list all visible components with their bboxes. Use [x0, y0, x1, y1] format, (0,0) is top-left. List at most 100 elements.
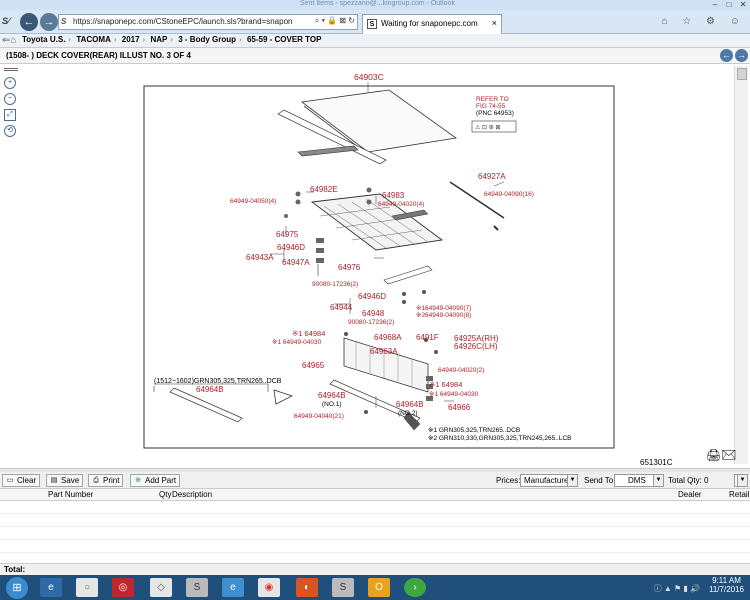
warning-symbols: ⚠ ⊡ ⊛ ⊠: [475, 124, 500, 131]
window-titlebar: Sent Items - spezzano@...kingroup.com - …: [0, 0, 750, 10]
snapon-icon[interactable]: S: [186, 578, 208, 597]
col-part-number[interactable]: Part Number: [48, 490, 93, 499]
no-label: (NO.1): [322, 401, 342, 408]
play-icon[interactable]: ›: [404, 578, 426, 597]
edge-icon[interactable]: e: [222, 578, 244, 597]
chevron-down-icon: ▼: [737, 475, 747, 486]
part-label: 64949-04090(16): [484, 191, 534, 198]
prev-illustration-button[interactable]: ←: [720, 49, 733, 62]
part-label: ※1 64949-04030: [272, 339, 322, 346]
clock[interactable]: 9:11 AM 11/7/2016: [709, 576, 744, 594]
footnote: ※1 GRN305,325,TRN265..DCB: [428, 427, 520, 434]
breadcrumb-item[interactable]: 3 - Body Group: [178, 35, 236, 44]
part-label: ※1 64984: [429, 380, 462, 389]
clear-button[interactable]: ▭ Clear: [2, 474, 41, 487]
part-label: 64949-04020(4): [378, 201, 424, 208]
part-label: 64949-04040(21): [294, 413, 344, 420]
ie-icon[interactable]: e: [40, 578, 62, 597]
maximize-button[interactable]: □: [722, 0, 736, 10]
prices-select[interactable]: Manufacturer ▼: [520, 474, 578, 487]
print-button[interactable]: ⎙ Print: [88, 474, 124, 487]
bolt: [295, 191, 301, 197]
part-label: 64943A: [246, 253, 274, 262]
col-description[interactable]: Description: [172, 490, 212, 499]
total-qty-dropdown[interactable]: ▼: [734, 474, 748, 487]
parts-toolbar: ▭ Clear ▤ Save ⎙ Print ⊕ Add Part Prices: Ma…: [0, 472, 750, 489]
minimize-button[interactable]: –: [708, 0, 722, 10]
footnote: ※2 GRN310,330,GRN305,325,TRN245,265..LCB: [428, 435, 571, 442]
tab-title: Waiting for snaponepc.com: [381, 19, 478, 28]
breadcrumb-item[interactable]: Toyota U.S.: [22, 35, 65, 44]
part-label: 64944: [330, 303, 353, 312]
refer-line: FIG 74-55: [476, 103, 506, 110]
address-bar[interactable]: S https://snaponepc.com/CStoneEPC/launch…: [58, 14, 358, 30]
zoom-in-icon[interactable]: +: [4, 77, 16, 89]
breadcrumb-item[interactable]: 65-59 - COVER TOP: [247, 35, 322, 44]
next-illustration-button[interactable]: →: [735, 49, 748, 62]
snapon-logo-icon: S⁄: [2, 16, 10, 26]
snapon-icon[interactable]: S: [332, 578, 354, 597]
refer-line: (PNC 64953): [476, 110, 514, 117]
outlook-icon[interactable]: O: [368, 578, 390, 597]
forward-button[interactable]: →: [40, 13, 58, 31]
illustration-title: (1508- ) DECK COVER(REAR) ILLUST NO. 3 O…: [6, 51, 191, 60]
address-actions[interactable]: ⌕ ▾ 🔒 ⊠ ↻: [315, 16, 355, 26]
part-label: 64946D: [277, 243, 305, 252]
clear-icon: ▭: [6, 477, 14, 484]
system-tray-icons[interactable]: ⓘ ▲ ⚑ ▮ 🔊: [654, 583, 700, 594]
prices-label: Prices:: [496, 476, 521, 485]
breadcrumb-item[interactable]: TACOMA: [76, 35, 111, 44]
refer-line: REFER TO: [476, 96, 509, 103]
breadcrumb-item[interactable]: 2017: [122, 35, 140, 44]
col-qty[interactable]: Qty: [159, 490, 171, 499]
sendto-select[interactable]: DMS ▼: [614, 474, 664, 487]
toyota-icon[interactable]: ◎: [112, 578, 134, 597]
taskbar: ⊞ e ○ ◎ ◇ S e ◉ ◐ S O › ⓘ ▲ ⚑ ▮ 🔊 9:11 A…: [0, 575, 750, 600]
part-label: 64926C(LH): [454, 342, 498, 351]
back-button[interactable]: ←: [20, 13, 38, 31]
part-label: 64964B: [318, 391, 346, 400]
site-icon: S: [61, 17, 67, 26]
clock-date: 11/7/2016: [709, 585, 744, 594]
app-icon[interactable]: ○: [76, 578, 98, 597]
app-icon[interactable]: ◐: [296, 578, 318, 597]
home-icon[interactable]: ⇐⌂: [2, 35, 16, 46]
print-email-icons[interactable]: 🖨✉: [706, 448, 736, 462]
part-label: 64949-04050(4): [230, 198, 276, 205]
reset-zoom-icon[interactable]: ⟲: [4, 125, 16, 137]
part-label: 64963A: [370, 347, 398, 356]
table-row: [0, 514, 750, 527]
col-dealer[interactable]: Dealer: [678, 490, 702, 499]
fit-icon[interactable]: ⤢: [4, 109, 16, 121]
start-button[interactable]: ⊞: [6, 577, 28, 599]
part-label: 64964B: [196, 385, 224, 394]
zoom-out-icon[interactable]: −: [4, 93, 16, 105]
tab-favicon-icon: S: [367, 19, 377, 29]
chrome-icon[interactable]: ◉: [258, 578, 280, 597]
sendto-label: Send To:: [584, 476, 616, 485]
parts-illustration[interactable]: REFER TO FIG 74-55 (PNC 64953) ⚠ ⊡ ⊛ ⊠ 6…: [24, 66, 732, 464]
part-label: 64964B: [396, 400, 424, 409]
part-label: ※1 64949-04030: [429, 391, 479, 398]
url-text: https://snaponepc.com/CStoneEPC/launch.s…: [73, 17, 293, 26]
illustration-scrollbar[interactable]: [734, 66, 748, 464]
clock-time: 9:11 AM: [712, 576, 741, 585]
print-icon: ⎙: [93, 477, 99, 484]
table-row: [0, 527, 750, 540]
app-icon[interactable]: ◇: [150, 578, 172, 597]
total-qty: Total Qty: 0: [668, 476, 709, 485]
browser-toolbar-icons[interactable]: ⌂ ☆ ⚙ ☺: [661, 16, 746, 27]
part-label: 64983: [382, 191, 405, 200]
add-part-button[interactable]: ⊕ Add Part: [130, 474, 181, 487]
menu-icon[interactable]: [4, 68, 18, 71]
breadcrumb-item[interactable]: NAP: [150, 35, 167, 44]
illustration-header: (1508- ) DECK COVER(REAR) ILLUST NO. 3 O…: [0, 48, 750, 64]
tab-close-icon[interactable]: ×: [492, 18, 497, 28]
table-row: [0, 540, 750, 553]
save-button[interactable]: ▤ Save: [46, 474, 84, 487]
col-retail[interactable]: Retail: [729, 490, 749, 499]
browser-tab[interactable]: S Waiting for snaponepc.com ×: [362, 14, 502, 34]
range-note: (1512~1602)GRN305,325,TRN265..DCB: [154, 378, 282, 385]
close-window-button[interactable]: ✕: [736, 0, 750, 10]
illustration-tools: + − ⤢ ⟲: [4, 66, 22, 141]
